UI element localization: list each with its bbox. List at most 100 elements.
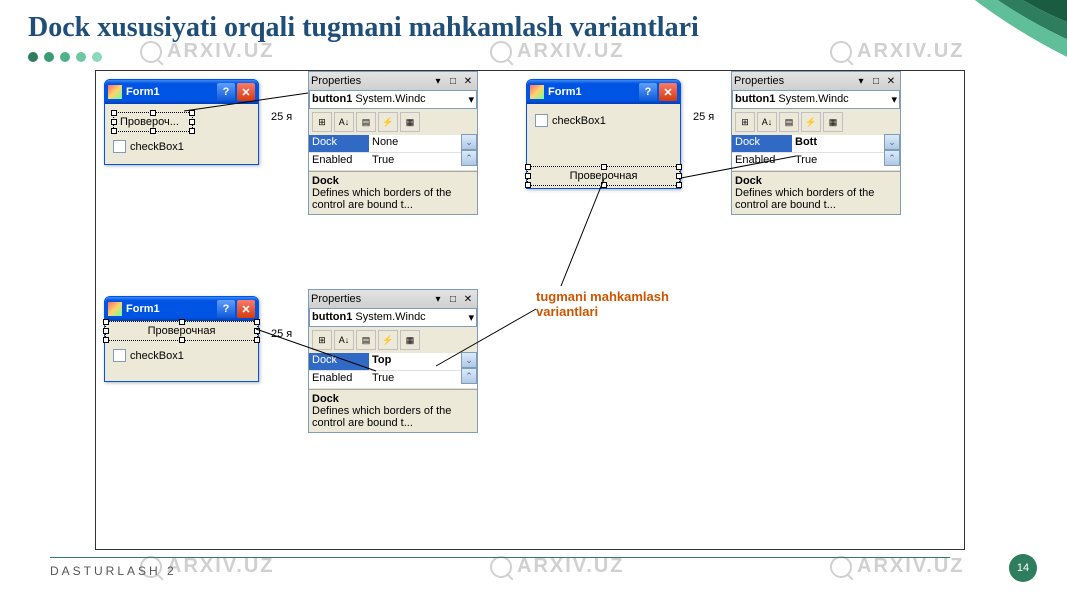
events-icon[interactable]: ⚡	[378, 112, 398, 132]
properties-titlebar[interactable]: Properties ▾ □ ✕	[309, 290, 477, 308]
property-row-enabled[interactable]: Enabled True	[732, 153, 900, 171]
dropdown-icon[interactable]: ▾	[468, 93, 474, 106]
property-row-dock[interactable]: Dock Bott▾	[732, 135, 900, 153]
form-title: Form1	[548, 86, 637, 98]
property-row-dock[interactable]: Dock None▾	[309, 135, 477, 153]
object-combo[interactable]: button1 System.Windc▾	[732, 90, 900, 109]
properties-toolbar: ⊞ A↓ ▤ ⚡ ▦	[732, 109, 900, 135]
form-titlebar[interactable]: Form1 ? ✕	[527, 80, 680, 104]
prop-page-icon[interactable]: ▤	[356, 112, 376, 132]
events-icon[interactable]: ⚡	[801, 112, 821, 132]
property-description: Dock Defines which borders of the contro…	[309, 389, 477, 432]
form1-window-none: Form1 ? ✕ Провероч... checkBox1	[104, 79, 259, 165]
form-titlebar[interactable]: Form1 ? ✕	[105, 80, 258, 104]
property-grid: Dock Top▾ Enabled True	[309, 353, 477, 389]
panel-x-icon[interactable]: ✕	[884, 74, 898, 88]
button-label: Проверочная	[148, 325, 216, 337]
help-button[interactable]: ?	[217, 83, 235, 101]
scroll-down-icon[interactable]: ⌄	[461, 134, 477, 150]
checkbox-icon[interactable]	[535, 114, 548, 127]
events-icon[interactable]: ⚡	[378, 330, 398, 350]
form1-window-top: Form1 ? ✕ Проверочная checkBox1	[104, 296, 259, 382]
prop-extra-icon[interactable]: ▦	[400, 112, 420, 132]
property-row-enabled[interactable]: Enabled True	[309, 153, 477, 171]
button-control-docked-bottom[interactable]: Проверочная	[527, 166, 680, 186]
checkbox-icon[interactable]	[113, 349, 126, 362]
button-control-docked-top[interactable]: Проверочная	[105, 321, 258, 341]
alpha-sort-icon[interactable]: A↓	[757, 112, 777, 132]
page-title: Dock xususiyati orqali tugmani mahkamlas…	[28, 12, 699, 44]
form-title: Form1	[126, 86, 215, 98]
scroll-up-icon[interactable]: ⌃	[884, 150, 900, 166]
categorized-icon[interactable]: ⊞	[312, 330, 332, 350]
properties-panel-top: Properties ▾ □ ✕ button1 System.Windc▾ ⊞…	[308, 289, 478, 433]
scroll-up-icon[interactable]: ⌃	[461, 368, 477, 384]
footer-text: DASTURLASH 2	[50, 564, 177, 578]
scrollbar[interactable]: ⌄ ⌃	[461, 134, 477, 166]
categorized-icon[interactable]: ⊞	[312, 112, 332, 132]
form-title: Form1	[126, 303, 215, 315]
page-number-badge: 14	[1009, 554, 1037, 582]
form-titlebar[interactable]: Form1 ? ✕	[105, 297, 258, 321]
property-row-enabled[interactable]: Enabled True	[309, 371, 477, 389]
panel-x-icon[interactable]: ✕	[461, 292, 475, 306]
button-label: Провероч...	[120, 116, 179, 128]
form1-window-bottom: Form1 ? ✕ checkBox1 Проверочная	[526, 79, 681, 189]
dropdown-icon[interactable]: ▾	[468, 311, 474, 324]
panel-close-icon[interactable]: □	[446, 292, 460, 306]
prop-extra-icon[interactable]: ▦	[823, 112, 843, 132]
watermark: ARXIV.UZ	[830, 40, 965, 63]
panel-close-icon[interactable]: □	[446, 74, 460, 88]
prop-page-icon[interactable]: ▤	[779, 112, 799, 132]
button-control-selected[interactable]: Провероч...	[113, 112, 193, 132]
object-combo[interactable]: button1 System.Windc▾	[309, 308, 477, 327]
panel-close-icon[interactable]: □	[869, 74, 883, 88]
prop-page-icon[interactable]: ▤	[356, 330, 376, 350]
property-row-dock[interactable]: Dock Top▾	[309, 353, 477, 371]
pin-icon[interactable]: ▾	[431, 74, 445, 88]
checkbox-label: checkBox1	[552, 115, 606, 127]
categorized-icon[interactable]: ⊞	[735, 112, 755, 132]
title-dots	[28, 52, 102, 62]
help-button[interactable]: ?	[639, 83, 657, 101]
object-combo[interactable]: button1 System.Windc▾	[309, 90, 477, 109]
property-description: Dock Defines which borders of the contro…	[309, 171, 477, 214]
scroll-up-icon[interactable]: ⌃	[461, 150, 477, 166]
checkbox-row[interactable]: checkBox1	[113, 140, 250, 153]
panel-x-icon[interactable]: ✕	[461, 74, 475, 88]
property-grid: Dock None▾ Enabled True	[309, 135, 477, 171]
properties-title: Properties	[311, 75, 430, 87]
watermark: ARXIV.UZ	[490, 555, 625, 578]
checkbox-label: checkBox1	[130, 141, 184, 153]
close-button[interactable]: ✕	[237, 300, 255, 318]
scrollbar[interactable]: ⌄ ⌃	[461, 352, 477, 384]
properties-toolbar: ⊞ A↓ ▤ ⚡ ▦	[309, 327, 477, 353]
properties-panel-none: Properties ▾ □ ✕ button1 System.Windc▾ ⊞…	[308, 71, 478, 215]
date-label: 25 я	[693, 111, 714, 123]
alpha-sort-icon[interactable]: A↓	[334, 330, 354, 350]
checkbox-row[interactable]: checkBox1	[105, 349, 258, 362]
properties-toolbar: ⊞ A↓ ▤ ⚡ ▦	[309, 109, 477, 135]
alpha-sort-icon[interactable]: A↓	[334, 112, 354, 132]
scroll-down-icon[interactable]: ⌄	[461, 352, 477, 368]
scroll-down-icon[interactable]: ⌄	[884, 134, 900, 150]
pin-icon[interactable]: ▾	[854, 74, 868, 88]
property-grid: Dock Bott▾ Enabled True	[732, 135, 900, 171]
properties-titlebar[interactable]: Properties ▾ □ ✕	[732, 72, 900, 90]
content-frame: Form1 ? ✕ Провероч... checkBox1 25 я Pro…	[95, 70, 965, 550]
checkbox-row[interactable]: checkBox1	[535, 114, 672, 127]
dropdown-icon[interactable]: ▾	[891, 93, 897, 106]
form-icon	[108, 302, 122, 316]
annotation-label: tugmani mahkamlash variantlari	[536, 289, 669, 319]
properties-titlebar[interactable]: Properties ▾ □ ✕	[309, 72, 477, 90]
pin-icon[interactable]: ▾	[431, 292, 445, 306]
properties-title: Properties	[311, 293, 430, 305]
scrollbar[interactable]: ⌄ ⌃	[884, 134, 900, 166]
close-button[interactable]: ✕	[237, 83, 255, 101]
properties-title: Properties	[734, 75, 853, 87]
checkbox-label: checkBox1	[130, 350, 184, 362]
help-button[interactable]: ?	[217, 300, 235, 318]
checkbox-icon[interactable]	[113, 140, 126, 153]
prop-extra-icon[interactable]: ▦	[400, 330, 420, 350]
close-button[interactable]: ✕	[659, 83, 677, 101]
